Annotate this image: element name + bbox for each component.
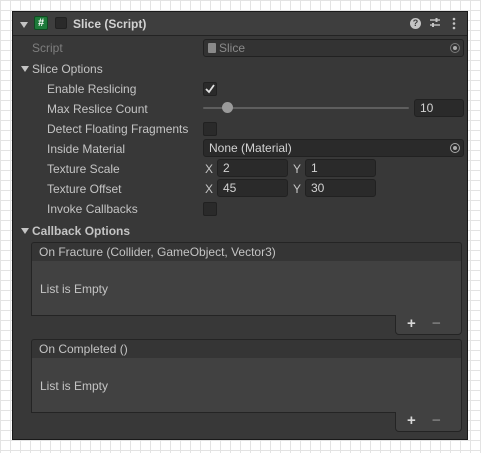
script-icon: # bbox=[34, 16, 48, 30]
texture-offset-y-field[interactable]: 30 bbox=[305, 179, 376, 197]
texture-scale-y-field[interactable]: 1 bbox=[305, 159, 376, 177]
max-reslice-slider-track[interactable] bbox=[203, 107, 409, 109]
on-fracture-list: List is Empty bbox=[31, 261, 462, 316]
more-icon[interactable] bbox=[452, 17, 456, 30]
enable-reslicing-checkbox[interactable] bbox=[203, 82, 217, 96]
script-field: Slice bbox=[203, 39, 464, 57]
component-header[interactable]: # Slice (Script) ? bbox=[13, 12, 467, 36]
max-reslice-count-label: Max Reslice Count bbox=[47, 102, 148, 116]
texture-offset-y-value: 30 bbox=[311, 181, 325, 195]
help-icon[interactable]: ? bbox=[410, 18, 421, 29]
on-completed-header-text: On Completed () bbox=[39, 342, 128, 356]
texture-scale-x-label: X bbox=[205, 162, 214, 176]
on-completed-add-button[interactable]: + bbox=[407, 413, 416, 429]
inside-material-picker-icon[interactable] bbox=[450, 143, 460, 153]
detect-floating-fragments-checkbox[interactable] bbox=[203, 122, 217, 136]
checkmark-icon bbox=[205, 84, 215, 94]
detect-floating-fragments-label: Detect Floating Fragments bbox=[47, 122, 189, 136]
texture-offset-x-label: X bbox=[205, 182, 214, 196]
on-completed-footer: + − bbox=[395, 412, 462, 432]
on-completed-header: On Completed () bbox=[31, 339, 462, 359]
on-fracture-header: On Fracture (Collider, GameObject, Vecto… bbox=[31, 242, 462, 262]
invoke-callbacks-checkbox[interactable] bbox=[203, 202, 217, 216]
on-fracture-footer: + − bbox=[395, 315, 462, 335]
on-fracture-empty-text: List is Empty bbox=[40, 282, 109, 296]
texture-scale-x-value: 2 bbox=[223, 161, 230, 175]
max-reslice-count-value: 10 bbox=[420, 101, 434, 115]
script-value: Slice bbox=[219, 41, 246, 55]
script-file-icon bbox=[208, 43, 216, 53]
texture-scale-y-label: Y bbox=[293, 162, 302, 176]
inside-material-value: None (Material) bbox=[209, 141, 292, 155]
inside-material-field[interactable]: None (Material) bbox=[203, 139, 464, 157]
max-reslice-slider-thumb[interactable] bbox=[222, 102, 233, 113]
presets-icon[interactable] bbox=[429, 17, 441, 29]
texture-offset-y-label: Y bbox=[293, 182, 302, 196]
texture-scale-label: Texture Scale bbox=[47, 162, 120, 176]
on-completed-remove-button[interactable]: − bbox=[432, 413, 441, 429]
slice-options-fold-icon[interactable] bbox=[21, 66, 29, 72]
on-fracture-event: On Fracture (Collider, GameObject, Vecto… bbox=[31, 242, 462, 336]
fold-arrow-icon[interactable] bbox=[20, 22, 28, 28]
callback-options-fold-icon[interactable] bbox=[21, 228, 29, 234]
texture-scale-x-field[interactable]: 2 bbox=[217, 159, 288, 177]
slice-options-title[interactable]: Slice Options bbox=[32, 61, 103, 77]
max-reslice-count-field[interactable]: 10 bbox=[414, 99, 464, 117]
component-title: Slice (Script) bbox=[73, 17, 147, 31]
callback-options-title[interactable]: Callback Options bbox=[32, 223, 130, 239]
texture-offset-x-field[interactable]: 45 bbox=[217, 179, 288, 197]
on-completed-event: On Completed () List is Empty + − bbox=[31, 339, 462, 433]
on-completed-list: List is Empty bbox=[31, 358, 462, 413]
texture-offset-label: Texture Offset bbox=[47, 182, 122, 196]
script-picker-icon bbox=[450, 43, 460, 53]
script-label: Script bbox=[32, 41, 63, 55]
on-fracture-header-text: On Fracture (Collider, GameObject, Vecto… bbox=[39, 245, 276, 259]
on-fracture-remove-button[interactable]: − bbox=[432, 316, 441, 332]
enabled-checkbox[interactable] bbox=[55, 17, 67, 29]
inspector-panel: # Slice (Script) ? Script Slice Slice Op bbox=[12, 11, 468, 440]
inside-material-label: Inside Material bbox=[47, 142, 126, 156]
texture-scale-y-value: 1 bbox=[311, 161, 318, 175]
enable-reslicing-label: Enable Reslicing bbox=[47, 82, 137, 96]
on-fracture-add-button[interactable]: + bbox=[407, 316, 416, 332]
texture-offset-x-value: 45 bbox=[223, 181, 237, 195]
on-completed-empty-text: List is Empty bbox=[40, 379, 109, 393]
invoke-callbacks-label: Invoke Callbacks bbox=[47, 202, 138, 216]
